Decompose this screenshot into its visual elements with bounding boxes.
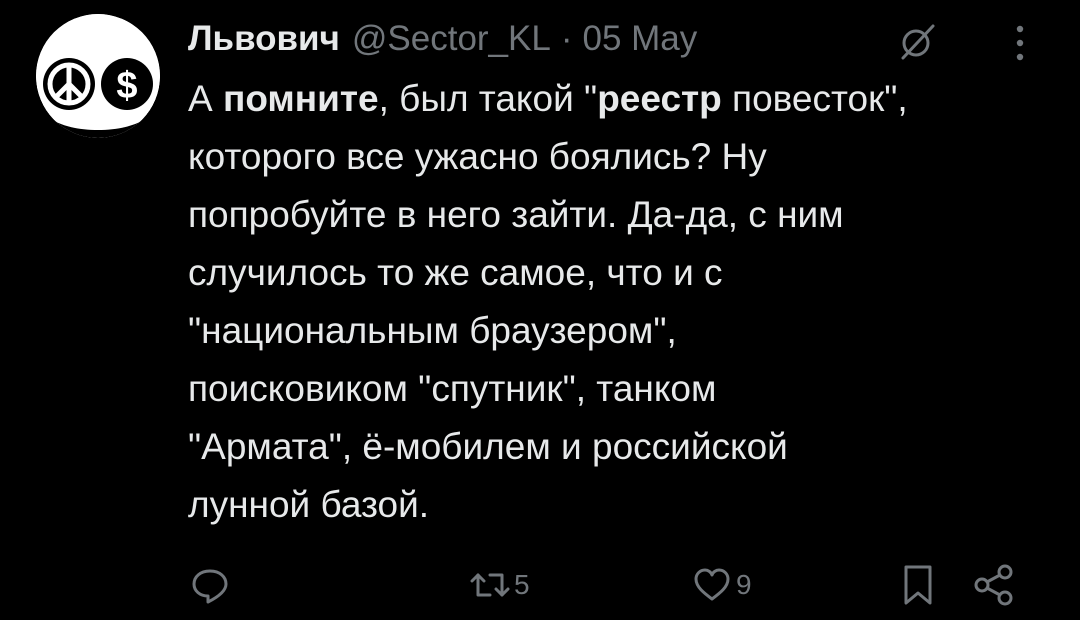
tweet-text-line: случилось то же самое, что и с: [188, 252, 723, 293]
tweet-header: Львович @Sector_KL · 05 May: [188, 14, 697, 64]
avatar[interactable]: $: [36, 14, 160, 138]
heart-icon: [694, 568, 730, 601]
like-count: 9: [736, 569, 752, 600]
retweet-count: 5: [514, 569, 530, 600]
author-handle[interactable]: @Sector_KL: [352, 14, 551, 64]
share-button[interactable]: [972, 560, 1016, 610]
tweet-text-line: лунной базой.: [188, 484, 430, 525]
text-fragment: повесток",: [721, 78, 908, 119]
tweet-text-line: "Армата", ё-мобилем и российской: [188, 426, 788, 467]
tweet-text-line: которого все ужасно боялись? Ну: [188, 136, 767, 177]
reply-icon: [192, 569, 228, 604]
like-button[interactable]: 9: [692, 560, 752, 610]
tweet-text-line: А помните, был такой "реестр повесток",: [188, 70, 1058, 128]
eye-slash-icon[interactable]: [896, 20, 940, 64]
share-icon: [974, 564, 1013, 606]
bookmark-button[interactable]: [898, 560, 938, 610]
text-fragment: , был такой ": [378, 78, 598, 119]
separator-dot: ·: [560, 19, 573, 58]
tweet-text-line: поисковиком "спутник", танком: [188, 368, 717, 409]
action-bar: 5 9: [0, 560, 1080, 610]
author-name[interactable]: Львович: [188, 14, 340, 64]
tweet[interactable]: $ Львович @Sector_KL · 05 May А помните,…: [0, 0, 1080, 620]
more-vertical-icon[interactable]: [1004, 18, 1036, 68]
retweet-button[interactable]: 5: [470, 560, 530, 610]
bold-text: помните: [222, 78, 379, 119]
reply-button[interactable]: [190, 560, 230, 610]
text-fragment: А: [188, 78, 223, 119]
tweet-text-line: попробуйте в него зайти. Да-да, с ним: [188, 194, 844, 235]
bold-text: реестр: [597, 78, 722, 119]
tweet-date[interactable]: 05 May: [583, 14, 698, 64]
avatar-symbol: $: [116, 65, 137, 107]
tweet-text: А помните, был такой "реестр повесток", …: [188, 70, 1058, 534]
retweet-icon: [470, 573, 510, 597]
tweet-text-line: "национальным браузером",: [188, 310, 677, 351]
bookmark-icon: [904, 565, 932, 605]
